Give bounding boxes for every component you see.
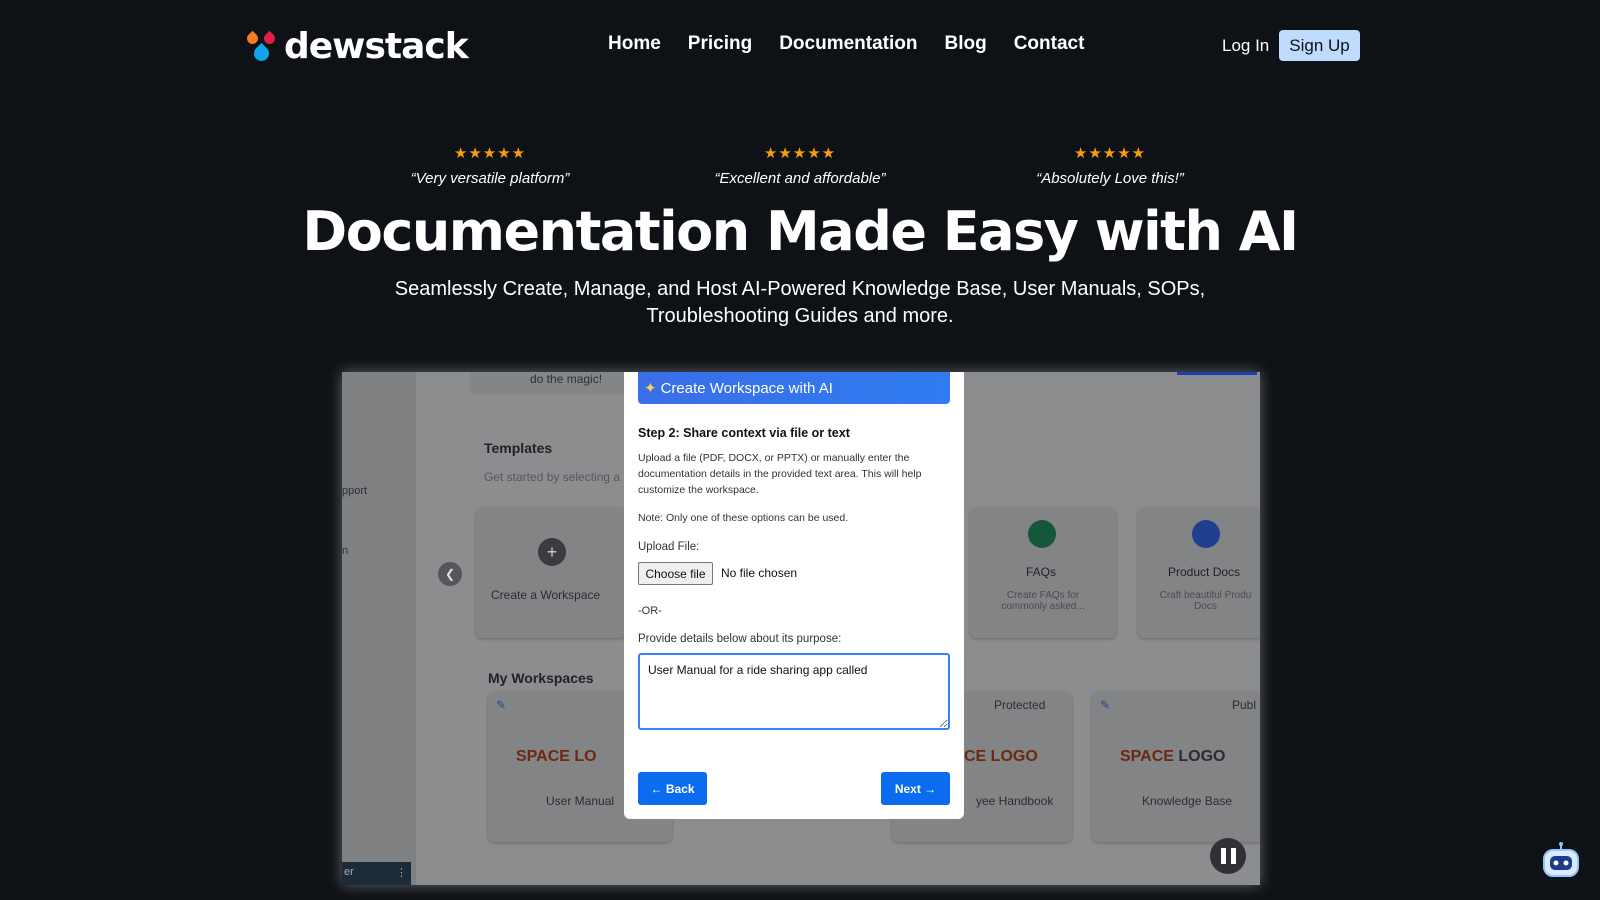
review-quote: “Excellent and affordable” bbox=[714, 170, 886, 187]
file-status: No file chosen bbox=[721, 566, 798, 580]
workspace-name: User Manual bbox=[546, 794, 615, 808]
step-heading: Step 2: Share context via file or text bbox=[638, 426, 850, 440]
next-button[interactable]: Next → bbox=[881, 772, 950, 805]
droplets-icon bbox=[244, 27, 284, 67]
chatbot-icon[interactable] bbox=[1540, 842, 1582, 882]
templates-subtitle: Get started by selecting a bbox=[484, 470, 621, 484]
upload-file-label: Upload File: bbox=[638, 541, 700, 553]
review-2: ★★★★★ “Excellent and affordable” bbox=[690, 144, 910, 187]
signup-button[interactable]: Sign Up bbox=[1279, 30, 1360, 61]
nav-home-link[interactable]: Home bbox=[608, 33, 661, 55]
star-rating: ★★★★★ bbox=[1073, 145, 1147, 162]
carousel-prev-icon[interactable]: ❮ bbox=[438, 562, 462, 586]
templates-heading: Templates bbox=[484, 440, 553, 456]
edit-icon[interactable]: ✎ bbox=[1100, 698, 1110, 712]
app-sidebar bbox=[342, 372, 416, 885]
brand-logo[interactable]: dewstack bbox=[244, 26, 469, 67]
bg-sidebar-text: n bbox=[342, 545, 349, 557]
arrow-right-icon: → bbox=[924, 781, 937, 796]
purpose-label: Provide details below about its purpose: bbox=[638, 633, 842, 645]
star-rating: ★★★★★ bbox=[763, 145, 837, 162]
question-icon bbox=[1028, 520, 1056, 548]
modal-title: Create Workspace with AI bbox=[660, 379, 833, 397]
plus-icon: + bbox=[538, 538, 566, 566]
create-workspace-label: Create a Workspace bbox=[491, 588, 601, 602]
main-menu: Home Pricing Documentation Blog Contact bbox=[608, 33, 1084, 55]
space-logo: SPACE LO bbox=[516, 748, 597, 765]
public-badge: Publ bbox=[1232, 698, 1257, 712]
faqs-template-card[interactable]: FAQs Create FAQs for commonly asked... bbox=[970, 508, 1116, 638]
protected-badge: Protected bbox=[994, 698, 1046, 712]
login-link[interactable]: Log In bbox=[1222, 36, 1269, 56]
brand-name: dewstack bbox=[284, 26, 469, 67]
hero-subtitle: Seamlessly Create, Manage, and Host AI-P… bbox=[394, 278, 1206, 327]
nav-documentation-link[interactable]: Documentation bbox=[779, 33, 917, 55]
choose-file-button[interactable]: Choose file bbox=[638, 562, 713, 585]
my-workspaces-heading: My Workspaces bbox=[488, 670, 594, 686]
bg-magic-text: do the magic! bbox=[530, 372, 603, 386]
nav-pricing-link[interactable]: Pricing bbox=[688, 33, 752, 55]
nav-contact-link[interactable]: Contact bbox=[1014, 33, 1085, 55]
star-rating: ★★★★★ bbox=[453, 145, 527, 162]
back-button[interactable]: ← Back bbox=[638, 772, 707, 805]
create-workspace-card[interactable]: + Create a Workspace bbox=[476, 508, 626, 638]
workspace-name: yee Handbook bbox=[976, 794, 1054, 808]
workspace-name: Knowledge Base bbox=[1142, 794, 1233, 808]
sparkle-icon: ✦ bbox=[644, 380, 657, 397]
product-docs-subtitle: Craft beautiful Produ Docs bbox=[1159, 590, 1252, 612]
edit-icon[interactable]: ✎ bbox=[496, 698, 506, 712]
workspace-card[interactable]: ✎ Publ SPACE LOGO Knowledge Base bbox=[1092, 692, 1260, 842]
purpose-textarea[interactable]: User Manual for a ride sharing app calle… bbox=[638, 653, 950, 730]
space-logo: CE LOGO bbox=[964, 748, 1038, 765]
modal-header: ✦ Create Workspace with AI bbox=[638, 372, 950, 404]
review-1: ★★★★★ “Very versatile platform” bbox=[380, 144, 600, 187]
space-logo: SPACE LOGO bbox=[1120, 748, 1226, 765]
hero-title: Documentation Made Easy with AI bbox=[302, 200, 1299, 263]
faqs-subtitle: Create FAQs for commonly asked... bbox=[1001, 590, 1085, 612]
create-workspace-modal: ✦ Create Workspace with AI Step 2: Share… bbox=[624, 372, 964, 819]
step-note: Note: Only one of these options can be u… bbox=[638, 512, 849, 524]
sidebar-bottom-item[interactable]: er ⋮ bbox=[342, 862, 411, 885]
review-quote: “Very versatile platform” bbox=[410, 170, 570, 187]
demo-video[interactable]: do the magic! pport n Templates Get star… bbox=[342, 372, 1260, 885]
product-docs-title: Product Docs bbox=[1168, 565, 1241, 579]
nav-blog-link[interactable]: Blog bbox=[944, 33, 986, 55]
review-3: ★★★★★ “Absolutely Love this!” bbox=[1000, 144, 1220, 187]
bg-sidebar-text: pport bbox=[342, 485, 368, 497]
product-docs-card[interactable]: Product Docs Craft beautiful Produ Docs bbox=[1138, 508, 1260, 638]
review-quote: “Absolutely Love this!” bbox=[1036, 170, 1184, 187]
step-description: Upload a file (PDF, DOCX, or PPTX) or ma… bbox=[638, 452, 922, 496]
faqs-title: FAQs bbox=[1026, 565, 1057, 579]
document-icon bbox=[1192, 520, 1220, 548]
or-divider: -OR- bbox=[638, 605, 662, 617]
pause-button[interactable] bbox=[1210, 838, 1246, 874]
top-navbar: dewstack Home Pricing Documentation Blog… bbox=[0, 0, 1600, 92]
arrow-left-icon: ← bbox=[650, 781, 663, 796]
